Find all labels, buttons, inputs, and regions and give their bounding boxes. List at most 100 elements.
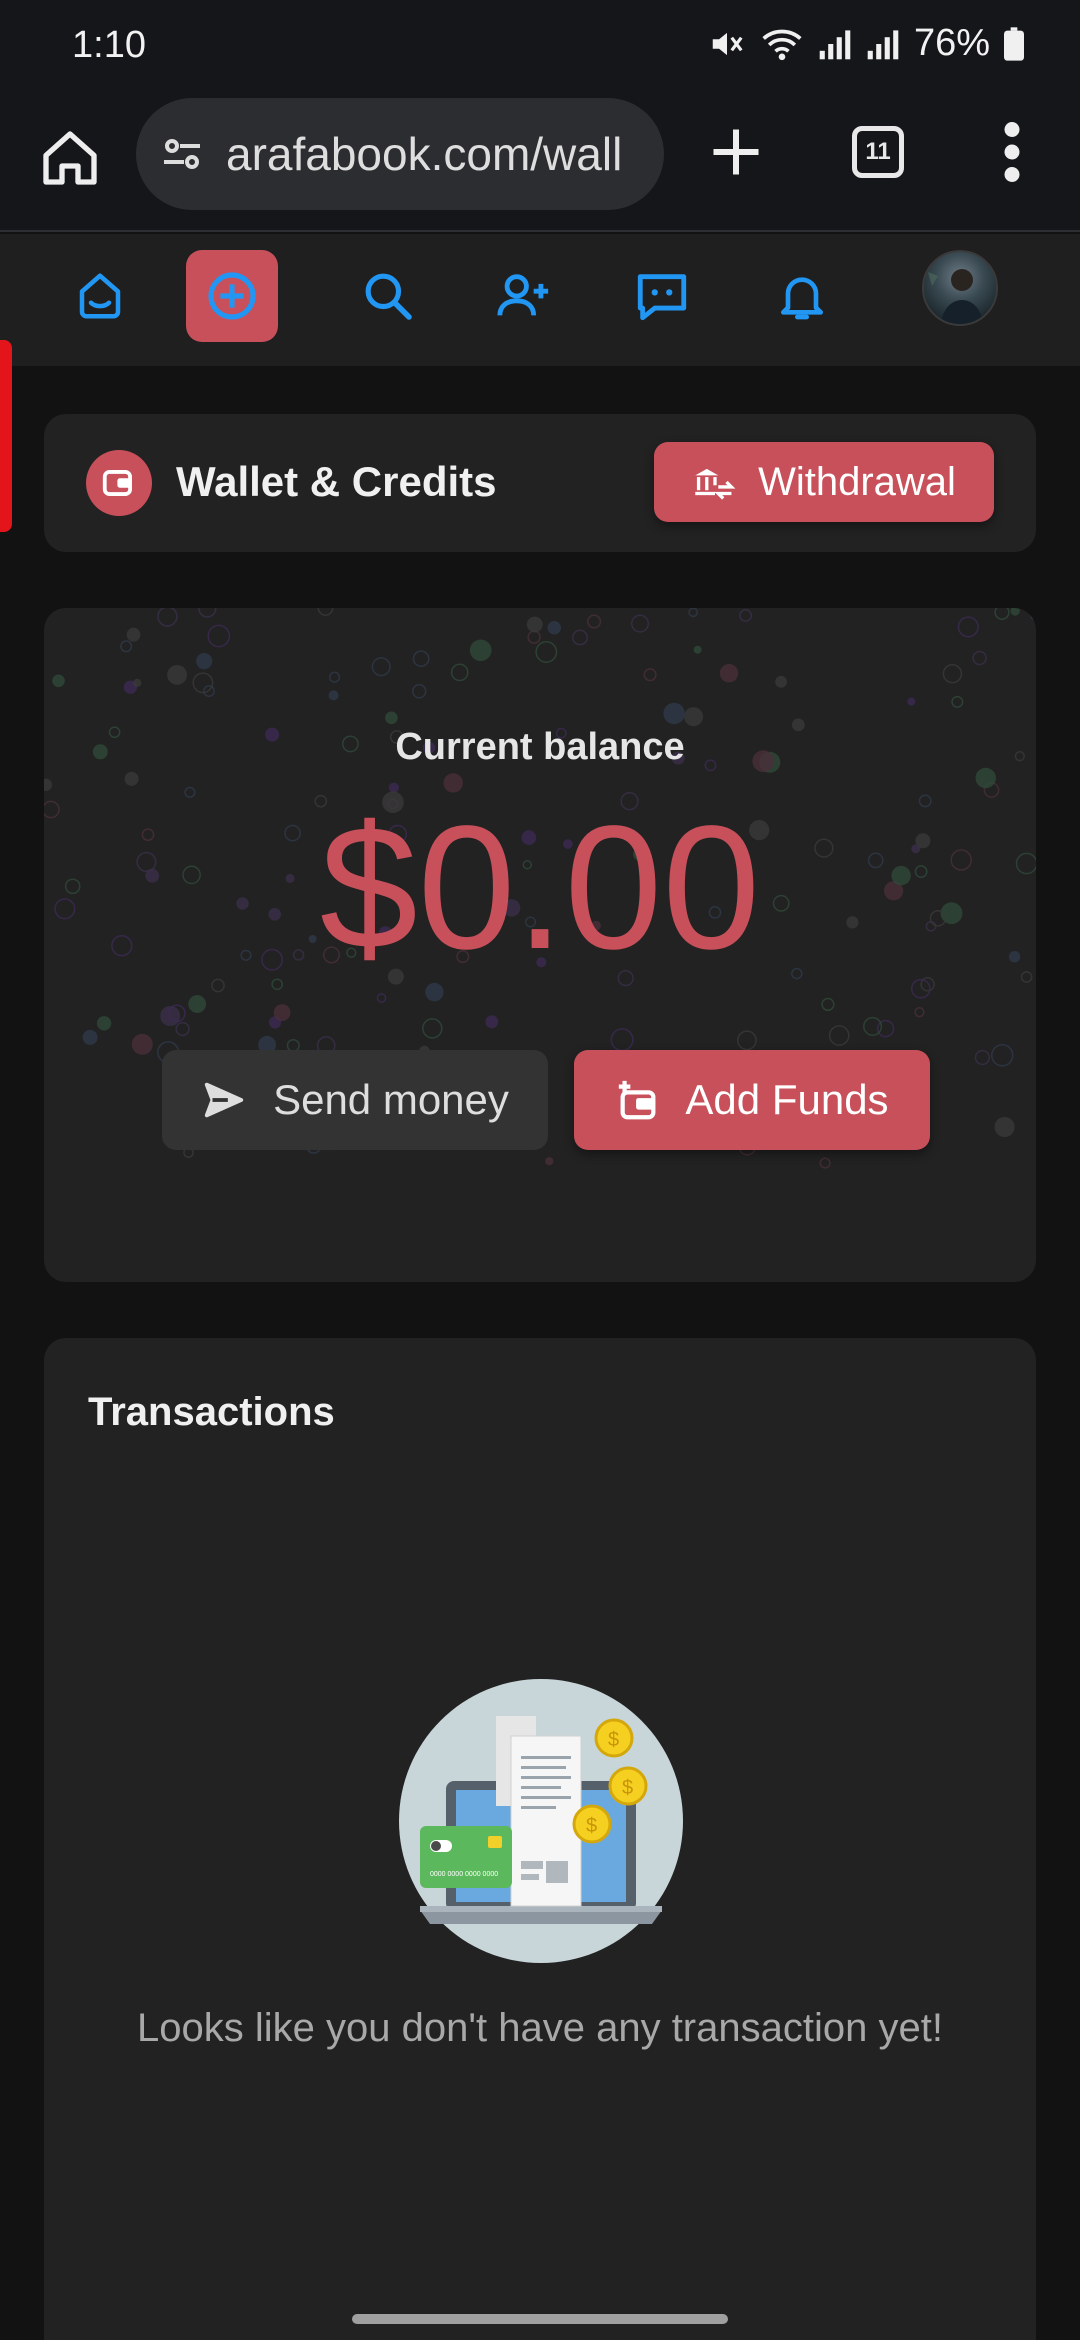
decorative-dot: [775, 675, 787, 688]
wifi-icon: [762, 29, 802, 60]
decorative-dot: [526, 616, 543, 633]
decorative-dot: [328, 690, 339, 701]
send-icon: [204, 1082, 244, 1118]
plus-icon[interactable]: [706, 122, 766, 182]
mute-icon: [712, 32, 743, 55]
decorative-dot: [991, 1044, 1014, 1067]
transactions-title: Transactions: [88, 1390, 335, 1434]
decorative-dot: [96, 1016, 112, 1031]
decorative-dot: [126, 627, 141, 642]
decorative-dot: [547, 621, 561, 635]
battery-icon: [1004, 26, 1024, 61]
status-bar: 1:10 76%: [0, 0, 1080, 96]
nav-add-friend[interactable]: [478, 250, 570, 342]
decorative-dot: [942, 663, 963, 684]
decorative-dot: [610, 1028, 634, 1052]
decorative-dot: [422, 1018, 443, 1039]
gesture-navigation-bar[interactable]: [352, 2314, 728, 2324]
decorative-dot: [52, 674, 65, 688]
more-vert-icon[interactable]: [1000, 122, 1024, 182]
decorative-dot: [951, 695, 964, 708]
wallet-icon: [86, 450, 152, 516]
page-title: Wallet & Credits: [176, 458, 497, 505]
decorative-dot: [819, 1157, 831, 1169]
nav-create[interactable]: [186, 250, 278, 342]
decorative-dot: [133, 678, 142, 687]
nav-messages[interactable]: [616, 250, 708, 342]
decorative-dot: [120, 640, 133, 653]
decorative-dot: [975, 767, 996, 789]
send-money-button[interactable]: Send money: [162, 1050, 548, 1150]
wallet-header-card: Wallet & Credits Withdrawal: [44, 414, 1036, 552]
decorative-dot: [485, 1015, 499, 1029]
decorative-dot: [863, 1016, 883, 1036]
app-navbar: [0, 234, 1080, 366]
svg-text:$: $: [608, 1729, 619, 1751]
decorative-dot: [957, 616, 979, 638]
decorative-dot: [157, 608, 178, 627]
decorative-dot: [198, 608, 217, 618]
decorative-dot: [412, 650, 430, 668]
decorative-dot: [196, 653, 213, 670]
decorative-dot: [184, 786, 196, 798]
notifications-icon: [781, 277, 823, 320]
decorative-dot: [273, 1004, 291, 1021]
home-icon: [79, 273, 121, 319]
decorative-dot: [329, 671, 341, 683]
decorative-dot: [994, 1117, 1015, 1137]
decorative-dot: [630, 614, 650, 633]
decorative-dot: [207, 624, 231, 648]
decorative-dot: [974, 1049, 991, 1066]
edge-panel-handle[interactable]: [0, 340, 12, 532]
balance-card: Current balance $0.00 Send money Add Fun…: [44, 608, 1036, 1282]
tabs-button[interactable]: 11: [852, 126, 904, 178]
svg-text:$: $: [586, 1815, 597, 1837]
decorative-dot: [663, 702, 685, 725]
nav-home[interactable]: [54, 250, 146, 342]
decorative-dot: [450, 663, 469, 682]
send-money-label: Send money: [273, 1076, 509, 1123]
status-icons: 76%: [708, 22, 1024, 65]
battery-percent: 76%: [913, 22, 990, 64]
decorative-dot: [535, 641, 558, 663]
decorative-dot: [693, 645, 702, 654]
nav-search[interactable]: [342, 250, 434, 342]
decorative-dot: [124, 771, 139, 786]
search-icon: [365, 273, 412, 320]
decorative-dot: [271, 978, 284, 991]
add-funds-label: Add Funds: [685, 1076, 889, 1123]
decorative-dot: [175, 1021, 190, 1037]
balance-amount: $0.00: [319, 790, 761, 986]
decorative-dot: [192, 672, 214, 694]
address-bar[interactable]: arafabook.com/wall: [136, 98, 664, 210]
decorative-dot: [376, 993, 387, 1003]
browser-toolbar: arafabook.com/wall 11: [0, 96, 1080, 232]
add-funds-button[interactable]: Add Funds: [574, 1050, 930, 1150]
avatar[interactable]: [922, 250, 998, 326]
decorative-dot: [739, 609, 753, 622]
decorative-dot: [385, 711, 398, 725]
decorative-dot: [587, 614, 602, 629]
decorative-dot: [914, 1007, 925, 1018]
decorative-dot: [907, 697, 916, 706]
decorative-dot: [736, 1030, 757, 1051]
wallet-plus-icon: [619, 1080, 656, 1120]
svg-text:$: $: [622, 1777, 633, 1799]
decorative-dot: [643, 668, 657, 682]
profile-photo: [928, 269, 984, 324]
home-icon[interactable]: [38, 126, 102, 190]
decorative-dot: [821, 997, 835, 1012]
decorative-dot: [44, 778, 52, 791]
card-number-text: 0000 0000 0000 0000: [430, 1871, 498, 1878]
site-settings-icon[interactable]: [158, 130, 206, 178]
decorative-dot: [545, 1157, 554, 1166]
bank-transfer-icon: [695, 468, 736, 500]
tab-count: 11: [865, 138, 891, 165]
decorative-dot: [317, 608, 334, 616]
balance-label: Current balance: [395, 726, 685, 768]
empty-state-message: Looks like you don't have any transactio…: [137, 2006, 943, 2050]
add-friend-icon: [497, 274, 549, 316]
decorative-dot: [1030, 611, 1036, 621]
withdrawal-button[interactable]: Withdrawal: [654, 442, 994, 522]
nav-notifications[interactable]: [756, 250, 848, 342]
